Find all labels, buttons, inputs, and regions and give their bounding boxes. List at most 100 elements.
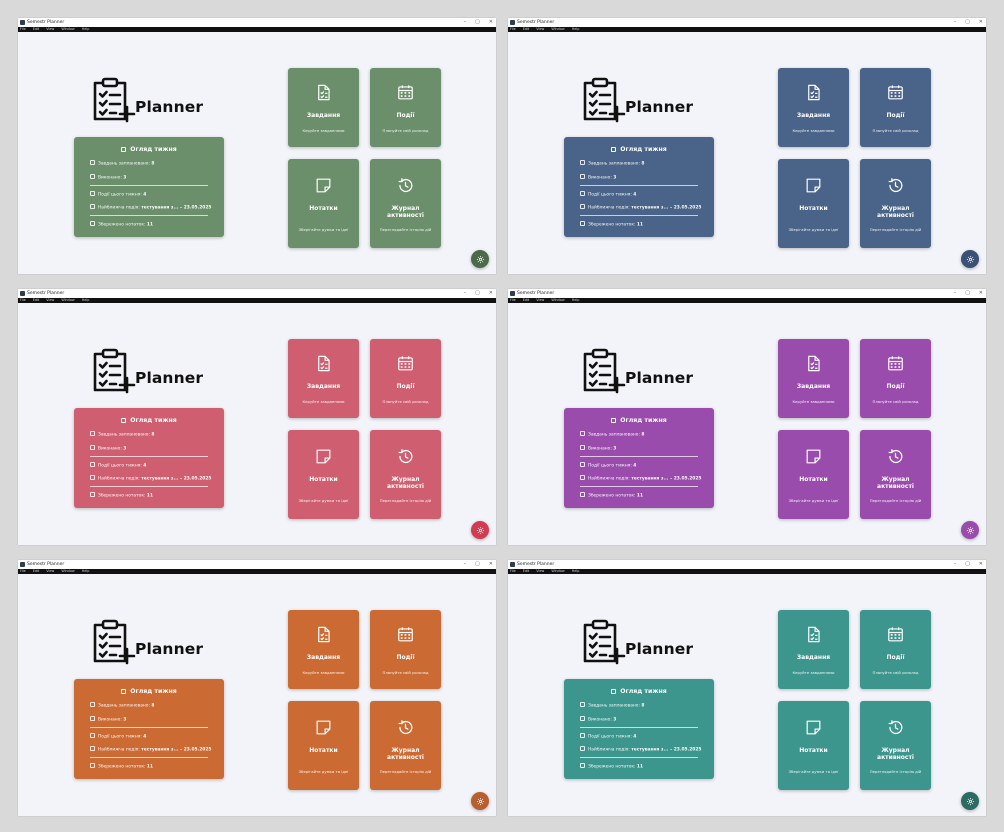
events-tile-title: Події xyxy=(396,383,415,390)
menu-view[interactable]: View xyxy=(536,298,544,303)
menu-view[interactable]: View xyxy=(46,569,54,574)
settings-button[interactable] xyxy=(961,792,979,810)
settings-button[interactable] xyxy=(961,250,979,268)
menu-window[interactable]: Window xyxy=(551,569,564,574)
maximize-icon[interactable]: ▢ xyxy=(475,560,480,569)
done-row: Виконано: 3 xyxy=(580,174,616,180)
menu-edit[interactable]: Edit xyxy=(523,298,530,303)
maximize-icon[interactable]: ▢ xyxy=(475,289,480,298)
notes-tile[interactable]: Нотатки Зберігайте думки та ідеї xyxy=(778,159,849,248)
tasks-tile-title: Завдання xyxy=(796,112,831,119)
app-icon xyxy=(510,562,515,567)
tasks-tile[interactable]: Завдання Керуйте завданнями xyxy=(288,339,359,418)
notes-tile[interactable]: Нотатки Зберігайте думки та ідеї xyxy=(288,159,359,248)
journal-tile[interactable]: Журнал активності Переглядайте історію д… xyxy=(370,430,441,519)
menu-view[interactable]: View xyxy=(46,298,54,303)
menu-file[interactable]: File xyxy=(510,569,516,574)
events-tile[interactable]: Події Плануйте свій розклад xyxy=(370,339,441,418)
settings-button[interactable] xyxy=(471,792,489,810)
journal-tile-title: Журнал активності xyxy=(387,476,424,490)
tasks-icon xyxy=(808,355,820,372)
events-tile[interactable]: Події Плануйте свій розклад xyxy=(370,68,441,147)
tasks-tile[interactable]: Завдання Керуйте завданнями xyxy=(288,68,359,147)
menu-edit[interactable]: Edit xyxy=(523,569,530,574)
settings-button[interactable] xyxy=(471,250,489,268)
events-tile[interactable]: Події Плануйте свій розклад xyxy=(860,68,931,147)
journal-tile[interactable]: Журнал активності Переглядайте історію д… xyxy=(370,701,441,790)
calendar-icon xyxy=(888,627,903,642)
events-tile[interactable]: Події Плануйте свій розклад xyxy=(370,610,441,689)
week-overview-card: Огляд тижня Завдань заплановано: 8 Викон… xyxy=(74,679,224,779)
menu-file[interactable]: File xyxy=(510,298,516,303)
menu-view[interactable]: View xyxy=(536,569,544,574)
close-icon[interactable]: ✕ xyxy=(489,289,493,298)
minimize-icon[interactable]: – xyxy=(464,289,467,298)
close-icon[interactable]: ✕ xyxy=(979,18,983,27)
minimize-icon[interactable]: – xyxy=(464,18,467,27)
menu-window[interactable]: Window xyxy=(551,298,564,303)
menu-window[interactable]: Window xyxy=(61,27,74,32)
menu-file[interactable]: File xyxy=(510,27,516,32)
tasks-tile[interactable]: Завдання Керуйте завданнями xyxy=(288,610,359,689)
list-icon xyxy=(580,702,585,707)
journal-tile[interactable]: Журнал активності Переглядайте історію д… xyxy=(860,701,931,790)
notes-tile[interactable]: Нотатки Зберігайте думки та ідеї xyxy=(778,430,849,519)
minimize-icon[interactable]: – xyxy=(954,289,957,298)
window-title: Semestr Planner xyxy=(517,562,555,567)
notes-tile[interactable]: Нотатки Зберігайте думки та ідеї xyxy=(288,701,359,790)
settings-button[interactable] xyxy=(471,521,489,539)
events-tile[interactable]: Події Плануйте свій розклад xyxy=(860,610,931,689)
close-icon[interactable]: ✕ xyxy=(489,560,493,569)
menu-help[interactable]: Help xyxy=(572,27,580,32)
menu-window[interactable]: Window xyxy=(61,298,74,303)
sticky-note-icon xyxy=(316,720,331,735)
minimize-icon[interactable]: – xyxy=(954,560,957,569)
journal-tile[interactable]: Журнал активності Переглядайте історію д… xyxy=(860,159,931,248)
tasks-tile[interactable]: Завдання Керуйте завданнями xyxy=(778,339,849,418)
tasks-tile[interactable]: Завдання Керуйте завданнями xyxy=(778,68,849,147)
window-title: Semestr Planner xyxy=(517,291,555,296)
menu-window[interactable]: Window xyxy=(551,27,564,32)
done-row: Виконано: 3 xyxy=(580,445,616,451)
journal-tile-title: Журнал активності xyxy=(387,205,424,219)
close-icon[interactable]: ✕ xyxy=(979,560,983,569)
menu-view[interactable]: View xyxy=(46,27,54,32)
tasks-planned-row: Завдань заплановано: 8 xyxy=(580,160,644,166)
maximize-icon[interactable]: ▢ xyxy=(475,18,480,27)
notes-tile[interactable]: Нотатки Зберігайте думки та ідеї xyxy=(778,701,849,790)
notes-tile[interactable]: Нотатки Зберігайте думки та ідеї xyxy=(288,430,359,519)
menu-file[interactable]: File xyxy=(20,27,26,32)
app-logo-text: Planner xyxy=(625,640,694,658)
minimize-icon[interactable]: – xyxy=(954,18,957,27)
maximize-icon[interactable]: ▢ xyxy=(965,560,970,569)
menu-help[interactable]: Help xyxy=(82,569,90,574)
week-overview-card: Огляд тижня Завдань заплановано: 8 Викон… xyxy=(564,408,714,508)
menu-file[interactable]: File xyxy=(20,569,26,574)
menu-edit[interactable]: Edit xyxy=(33,27,40,32)
menu-view[interactable]: View xyxy=(536,27,544,32)
events-week-row: Події цього тижня: 4 xyxy=(90,462,146,468)
menu-edit[interactable]: Edit xyxy=(33,298,40,303)
events-tile[interactable]: Події Плануйте свій розклад xyxy=(860,339,931,418)
menu-help[interactable]: Help xyxy=(82,298,90,303)
menu-help[interactable]: Help xyxy=(572,569,580,574)
tasks-tile[interactable]: Завдання Керуйте завданнями xyxy=(778,610,849,689)
settings-button[interactable] xyxy=(961,521,979,539)
sticky-note-icon xyxy=(316,178,331,193)
notes-tile-subtitle: Зберігайте думки та ідеї xyxy=(298,498,349,503)
maximize-icon[interactable]: ▢ xyxy=(965,289,970,298)
menu-file[interactable]: File xyxy=(20,298,26,303)
journal-tile[interactable]: Журнал активності Переглядайте історію д… xyxy=(860,430,931,519)
done-row: Виконано: 3 xyxy=(90,174,126,180)
minimize-icon[interactable]: – xyxy=(464,560,467,569)
menu-help[interactable]: Help xyxy=(82,27,90,32)
close-icon[interactable]: ✕ xyxy=(979,289,983,298)
notes-saved-row: Збережено нотаток: 11 xyxy=(90,492,153,498)
menu-edit[interactable]: Edit xyxy=(33,569,40,574)
maximize-icon[interactable]: ▢ xyxy=(965,18,970,27)
menu-help[interactable]: Help xyxy=(572,298,580,303)
menu-window[interactable]: Window xyxy=(61,569,74,574)
menu-edit[interactable]: Edit xyxy=(523,27,530,32)
journal-tile[interactable]: Журнал активності Переглядайте історію д… xyxy=(370,159,441,248)
close-icon[interactable]: ✕ xyxy=(489,18,493,27)
